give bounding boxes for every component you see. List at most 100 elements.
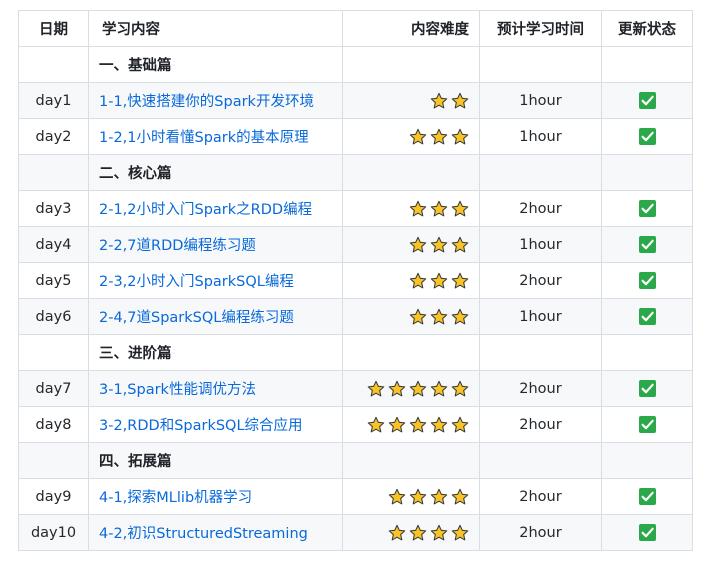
time-cell: 2hour xyxy=(479,478,602,515)
star-icon xyxy=(451,488,469,506)
header-status: 更新状态 xyxy=(601,10,693,47)
star-icon xyxy=(451,272,469,290)
difficulty-cell xyxy=(342,226,480,263)
section-date-cell xyxy=(18,334,89,371)
status-cell xyxy=(601,298,693,335)
content-cell: 2-4,7道SparkSQL编程练习题 xyxy=(88,298,343,335)
section-title: 一、基础篇 xyxy=(88,46,343,83)
date-cell: day6 xyxy=(18,298,89,335)
difficulty-stars xyxy=(430,92,469,110)
table-row: day3 2-1,2小时入门Spark之RDD编程 2hour xyxy=(18,190,693,227)
star-icon xyxy=(451,128,469,146)
section-empty-cell xyxy=(342,154,480,191)
star-icon xyxy=(430,128,448,146)
topic-link[interactable]: 1-1,快速搭建你的Spark开发环境 xyxy=(99,94,314,110)
section-row: 三、进阶篇 xyxy=(18,334,693,371)
header-time: 预计学习时间 xyxy=(479,10,602,47)
time-cell: 2hour xyxy=(479,262,602,299)
section-empty-cell xyxy=(601,154,693,191)
difficulty-cell xyxy=(342,298,480,335)
difficulty-cell xyxy=(342,190,480,227)
status-cell xyxy=(601,190,693,227)
difficulty-cell xyxy=(342,82,480,119)
difficulty-stars xyxy=(367,380,469,398)
section-row: 一、基础篇 xyxy=(18,46,693,83)
time-cell: 1hour xyxy=(479,118,602,155)
star-icon xyxy=(451,380,469,398)
date-cell: day7 xyxy=(18,370,89,407)
section-empty-cell xyxy=(342,334,480,371)
star-icon xyxy=(451,308,469,326)
date-cell: day5 xyxy=(18,262,89,299)
difficulty-cell xyxy=(342,118,480,155)
difficulty-stars xyxy=(409,272,469,290)
difficulty-cell xyxy=(342,514,480,551)
content-cell: 3-2,RDD和SparkSQL综合应用 xyxy=(88,406,343,443)
table-body: 一、基础篇 day1 1-1,快速搭建你的Spark开发环境 1hour day2 1-2… xyxy=(18,46,693,551)
check-box-icon xyxy=(638,272,656,289)
star-icon xyxy=(451,524,469,542)
star-icon xyxy=(409,200,427,218)
topic-link[interactable]: 2-3,2小时入门SparkSQL编程 xyxy=(99,274,294,290)
topic-link[interactable]: 4-2,初识StructuredStreaming xyxy=(99,526,308,542)
star-icon xyxy=(409,524,427,542)
star-icon xyxy=(409,308,427,326)
star-icon xyxy=(451,200,469,218)
section-title: 四、拓展篇 xyxy=(88,442,343,479)
star-icon xyxy=(430,380,448,398)
header-difficulty: 内容难度 xyxy=(342,10,480,47)
status-cell xyxy=(601,118,693,155)
difficulty-stars xyxy=(409,200,469,218)
date-cell: day8 xyxy=(18,406,89,443)
check-box-icon xyxy=(638,236,656,253)
section-title: 三、进阶篇 xyxy=(88,334,343,371)
star-icon xyxy=(451,416,469,434)
topic-link[interactable]: 3-1,Spark性能调优方法 xyxy=(99,382,256,398)
table-row: day1 1-1,快速搭建你的Spark开发环境 1hour xyxy=(18,82,693,119)
table-row: day9 4-1,探索MLlib机器学习 2hour xyxy=(18,478,693,515)
status-cell xyxy=(601,262,693,299)
difficulty-stars xyxy=(409,128,469,146)
section-row: 二、核心篇 xyxy=(18,154,693,191)
topic-link[interactable]: 2-4,7道SparkSQL编程练习题 xyxy=(99,310,294,326)
content-cell: 2-1,2小时入门Spark之RDD编程 xyxy=(88,190,343,227)
time-cell: 1hour xyxy=(479,226,602,263)
check-box-icon xyxy=(638,128,656,145)
star-icon xyxy=(388,524,406,542)
time-cell: 2hour xyxy=(479,514,602,551)
topic-link[interactable]: 4-1,探索MLlib机器学习 xyxy=(99,490,252,506)
star-icon xyxy=(430,416,448,434)
header-content: 学习内容 xyxy=(88,10,343,47)
table-row: day7 3-1,Spark性能调优方法 2hour xyxy=(18,370,693,407)
content-cell: 3-1,Spark性能调优方法 xyxy=(88,370,343,407)
study-plan-container: 日期 学习内容 内容难度 预计学习时间 更新状态 一、基础篇 day1 1-1,快速… xyxy=(18,10,693,551)
table-row: day4 2-2,7道RDD编程练习题 1hour xyxy=(18,226,693,263)
star-icon xyxy=(430,92,448,110)
content-cell: 1-1,快速搭建你的Spark开发环境 xyxy=(88,82,343,119)
status-cell xyxy=(601,82,693,119)
star-icon xyxy=(430,236,448,254)
check-box-icon xyxy=(638,380,656,397)
status-cell xyxy=(601,406,693,443)
table-row: day10 4-2,初识StructuredStreaming 2hour xyxy=(18,514,693,551)
topic-link[interactable]: 1-2,1小时看懂Spark的基本原理 xyxy=(99,130,309,146)
section-empty-cell xyxy=(479,154,602,191)
topic-link[interactable]: 3-2,RDD和SparkSQL综合应用 xyxy=(99,418,303,434)
content-cell: 2-2,7道RDD编程练习题 xyxy=(88,226,343,263)
difficulty-cell xyxy=(342,370,480,407)
check-box-icon xyxy=(638,92,656,109)
star-icon xyxy=(451,236,469,254)
table-row: day8 3-2,RDD和SparkSQL综合应用 2hour xyxy=(18,406,693,443)
table-row: day5 2-3,2小时入门SparkSQL编程 2hour xyxy=(18,262,693,299)
difficulty-stars xyxy=(388,524,469,542)
date-cell: day4 xyxy=(18,226,89,263)
time-cell: 1hour xyxy=(479,82,602,119)
status-cell xyxy=(601,226,693,263)
table-row: day6 2-4,7道SparkSQL编程练习题 1hour xyxy=(18,298,693,335)
topic-link[interactable]: 2-1,2小时入门Spark之RDD编程 xyxy=(99,202,312,218)
header-date: 日期 xyxy=(18,10,89,47)
topic-link[interactable]: 2-2,7道RDD编程练习题 xyxy=(99,238,256,254)
section-empty-cell xyxy=(601,442,693,479)
difficulty-cell xyxy=(342,406,480,443)
section-title: 二、核心篇 xyxy=(88,154,343,191)
